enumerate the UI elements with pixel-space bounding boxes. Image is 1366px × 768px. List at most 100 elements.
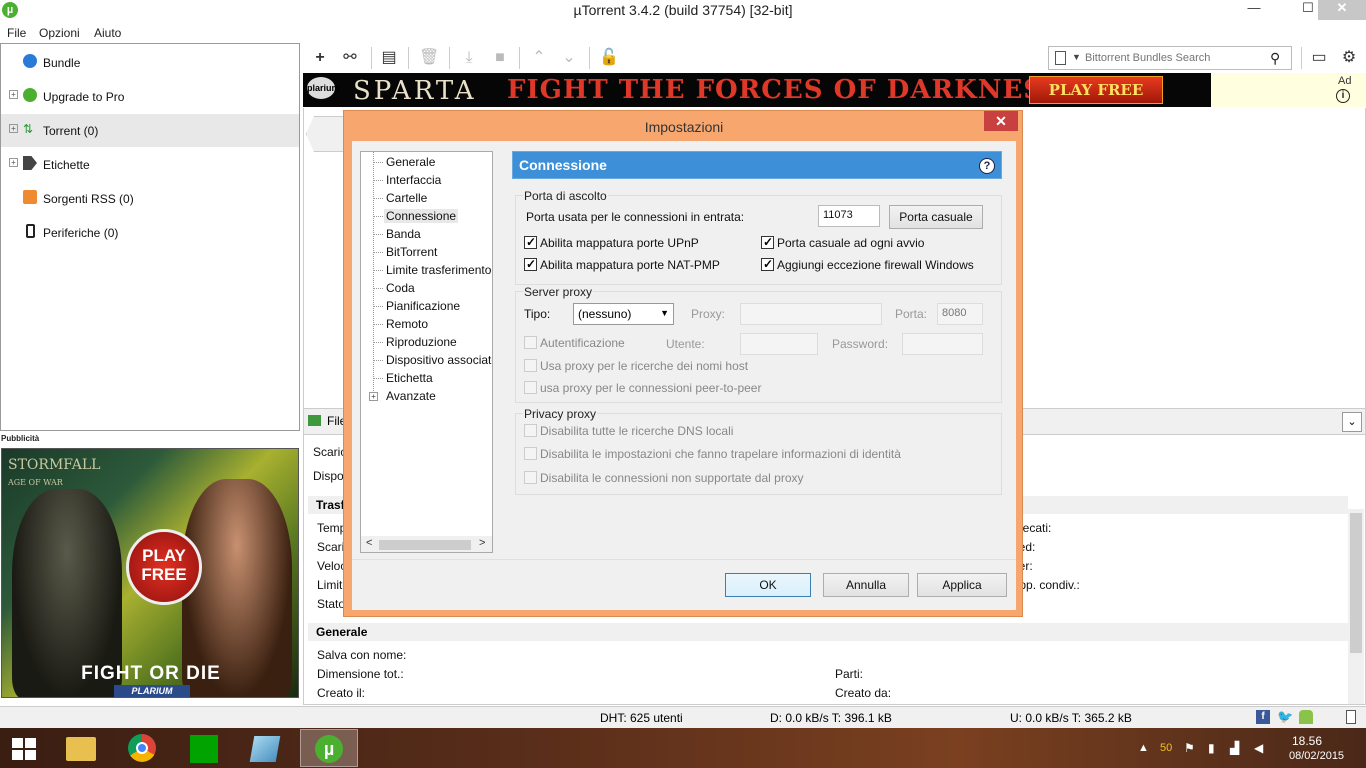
search-icon[interactable]: ⚲: [1270, 50, 1280, 67]
search-input[interactable]: [1085, 50, 1265, 66]
close-button[interactable]: ✕: [1318, 0, 1366, 20]
unlock-icon[interactable]: 🔓: [599, 48, 619, 68]
help-icon[interactable]: ?: [979, 158, 995, 174]
tree-item-transfer-cap[interactable]: Limite trasferimento: [386, 263, 491, 277]
taskbar-explorer[interactable]: [52, 729, 110, 767]
expand-icon[interactable]: +: [9, 124, 18, 133]
expand-icon[interactable]: +: [369, 392, 378, 401]
clock-time[interactable]: 18.56: [1292, 734, 1322, 748]
menu-opzioni[interactable]: Opzioni: [39, 26, 80, 40]
details-scrollbar[interactable]: [1348, 509, 1364, 704]
notification-badge[interactable]: 50: [1160, 742, 1172, 754]
tree-item-folders[interactable]: Cartelle: [386, 191, 427, 205]
random-port-button[interactable]: Porta casuale: [889, 205, 983, 229]
tab-files[interactable]: File: [308, 414, 346, 428]
natpmp-checkbox[interactable]: Abilita mappatura porte NAT-PMP: [524, 257, 720, 272]
gear-icon[interactable]: ⚙: [1339, 48, 1359, 68]
top-advertisement[interactable]: plarium SPARTA FIGHT THE FORCES OF DARKN…: [303, 73, 1211, 107]
sidebar-item-bundle[interactable]: Bundle: [1, 46, 299, 79]
upnp-checkbox[interactable]: Abilita mappatura porte UPnP: [524, 235, 699, 250]
tree-item-remote[interactable]: Remoto: [386, 317, 428, 331]
info-icon[interactable]: i: [1336, 89, 1350, 103]
expand-icon[interactable]: +: [9, 90, 18, 99]
document-icon[interactable]: [1055, 51, 1066, 65]
taskbar-store[interactable]: [176, 729, 234, 767]
disable-unsupported-checkbox[interactable]: Disabilita le connessioni non supportate…: [524, 471, 804, 485]
scrollbar-thumb[interactable]: [379, 540, 471, 550]
tree-item-label[interactable]: Etichetta: [386, 371, 433, 385]
expand-icon[interactable]: +: [9, 158, 18, 167]
proxy-p2p-checkbox[interactable]: usa proxy per le connessioni peer-to-pee…: [524, 381, 761, 395]
proxy-host-input[interactable]: [740, 303, 882, 325]
tree-item-queueing[interactable]: Coda: [386, 281, 415, 295]
tree-item-connection[interactable]: Connessione: [384, 209, 459, 223]
move-down-icon[interactable]: ⌄: [559, 48, 579, 68]
tree-item-general[interactable]: Generale: [386, 155, 435, 169]
password-label: Password:: [832, 337, 889, 351]
chevron-down-icon[interactable]: ▼: [1072, 52, 1081, 62]
proxy-type-select[interactable]: (nessuno) ▼: [573, 303, 674, 325]
search-box[interactable]: ▼ ⚲: [1048, 46, 1292, 70]
password-input[interactable]: [902, 333, 983, 355]
ok-button[interactable]: OK: [725, 573, 811, 597]
tree-item-paired-devices[interactable]: Dispositivo associato: [386, 353, 492, 367]
stop-icon[interactable]: ■: [490, 48, 510, 68]
tree-item-playback[interactable]: Riproduzione: [386, 335, 457, 349]
android-icon[interactable]: [1299, 710, 1313, 724]
sidebar-item-labels[interactable]: + Etichette: [1, 148, 299, 181]
chevron-left-icon[interactable]: <: [366, 537, 372, 549]
tree-item-scheduler[interactable]: Pianificazione: [386, 299, 460, 313]
sidebar-item-rss[interactable]: Sorgenti RSS (0): [1, 182, 299, 215]
disable-leaks-checkbox[interactable]: Disabilita le impostazioni che fanno tra…: [524, 447, 901, 461]
move-up-icon[interactable]: ⌃: [529, 48, 549, 68]
tree-item-bittorrent[interactable]: BitTorrent: [386, 245, 437, 259]
tree-horizontal-scrollbar[interactable]: < >: [361, 536, 492, 552]
ad-play-free-button[interactable]: PLAY FREE: [126, 529, 202, 605]
twitter-icon[interactable]: 🐦: [1277, 710, 1293, 724]
download-icon[interactable]: ⤓: [459, 48, 479, 68]
username-label: Utente:: [666, 337, 705, 351]
random-port-startup-checkbox[interactable]: Porta casuale ad ogni avvio: [761, 235, 924, 250]
proxy-auth-checkbox[interactable]: Autentificazione: [524, 336, 625, 350]
tree-item-interface[interactable]: Interfaccia: [386, 173, 441, 187]
menu-file[interactable]: File: [7, 26, 26, 40]
add-link-icon[interactable]: ⚯: [340, 48, 360, 68]
sidebar-item-torrent[interactable]: + ⇅ Torrent (0): [1, 114, 299, 147]
ad-play-free-button[interactable]: PLAY FREE: [1029, 76, 1163, 104]
port-input[interactable]: 11073: [818, 205, 880, 227]
signal-icon[interactable]: ▟: [1230, 741, 1239, 755]
clock-date[interactable]: 08/02/2015: [1289, 750, 1344, 762]
taskbar-app[interactable]: [238, 729, 296, 767]
left-advertisement[interactable]: STORMFALL AGE OF WAR PLAY FREE FIGHT OR DI…: [1, 448, 299, 698]
remove-icon[interactable]: 🗑: [419, 48, 439, 68]
device-icon[interactable]: [1346, 710, 1356, 724]
menu-aiuto[interactable]: Aiuto: [94, 26, 121, 40]
proxy-port-input[interactable]: 8080: [937, 303, 983, 325]
chevron-up-icon[interactable]: ▲: [1138, 742, 1149, 754]
disable-dns-checkbox[interactable]: Disabilita tutte le ricerche DNS locali: [524, 424, 733, 438]
remote-screen-icon[interactable]: ▭: [1309, 48, 1329, 68]
tree-item-bandwidth[interactable]: Banda: [386, 227, 421, 241]
collapse-panel-button[interactable]: ⌄: [1342, 412, 1362, 432]
battery-icon[interactable]: ▮: [1208, 741, 1215, 755]
firewall-exception-checkbox[interactable]: Aggiungi eccezione firewall Windows: [761, 257, 974, 272]
volume-icon[interactable]: ◀: [1254, 741, 1263, 755]
username-input[interactable]: [740, 333, 818, 355]
create-torrent-icon[interactable]: ▤: [379, 48, 399, 68]
cancel-button[interactable]: Annulla: [823, 573, 909, 597]
tree-item-advanced[interactable]: Avanzate: [386, 389, 436, 403]
sidebar-item-upgrade[interactable]: + Upgrade to Pro: [1, 80, 299, 113]
taskbar-chrome[interactable]: [114, 729, 172, 767]
add-torrent-icon[interactable]: +: [310, 48, 330, 68]
dialog-close-button[interactable]: ✕: [984, 111, 1018, 131]
sidebar-item-devices[interactable]: Periferiche (0): [1, 216, 299, 249]
taskbar-utorrent[interactable]: µ: [300, 729, 358, 767]
minimize-button[interactable]: —: [1240, 0, 1268, 20]
chevron-right-icon[interactable]: >: [479, 537, 485, 549]
scrollbar-thumb[interactable]: [1350, 513, 1362, 653]
proxy-dns-checkbox[interactable]: Usa proxy per le ricerche dei nomi host: [524, 359, 748, 373]
start-button[interactable]: [0, 729, 58, 767]
flag-icon[interactable]: ⚑: [1184, 741, 1195, 755]
apply-button[interactable]: Applica: [917, 573, 1007, 597]
facebook-icon[interactable]: f: [1256, 710, 1270, 724]
